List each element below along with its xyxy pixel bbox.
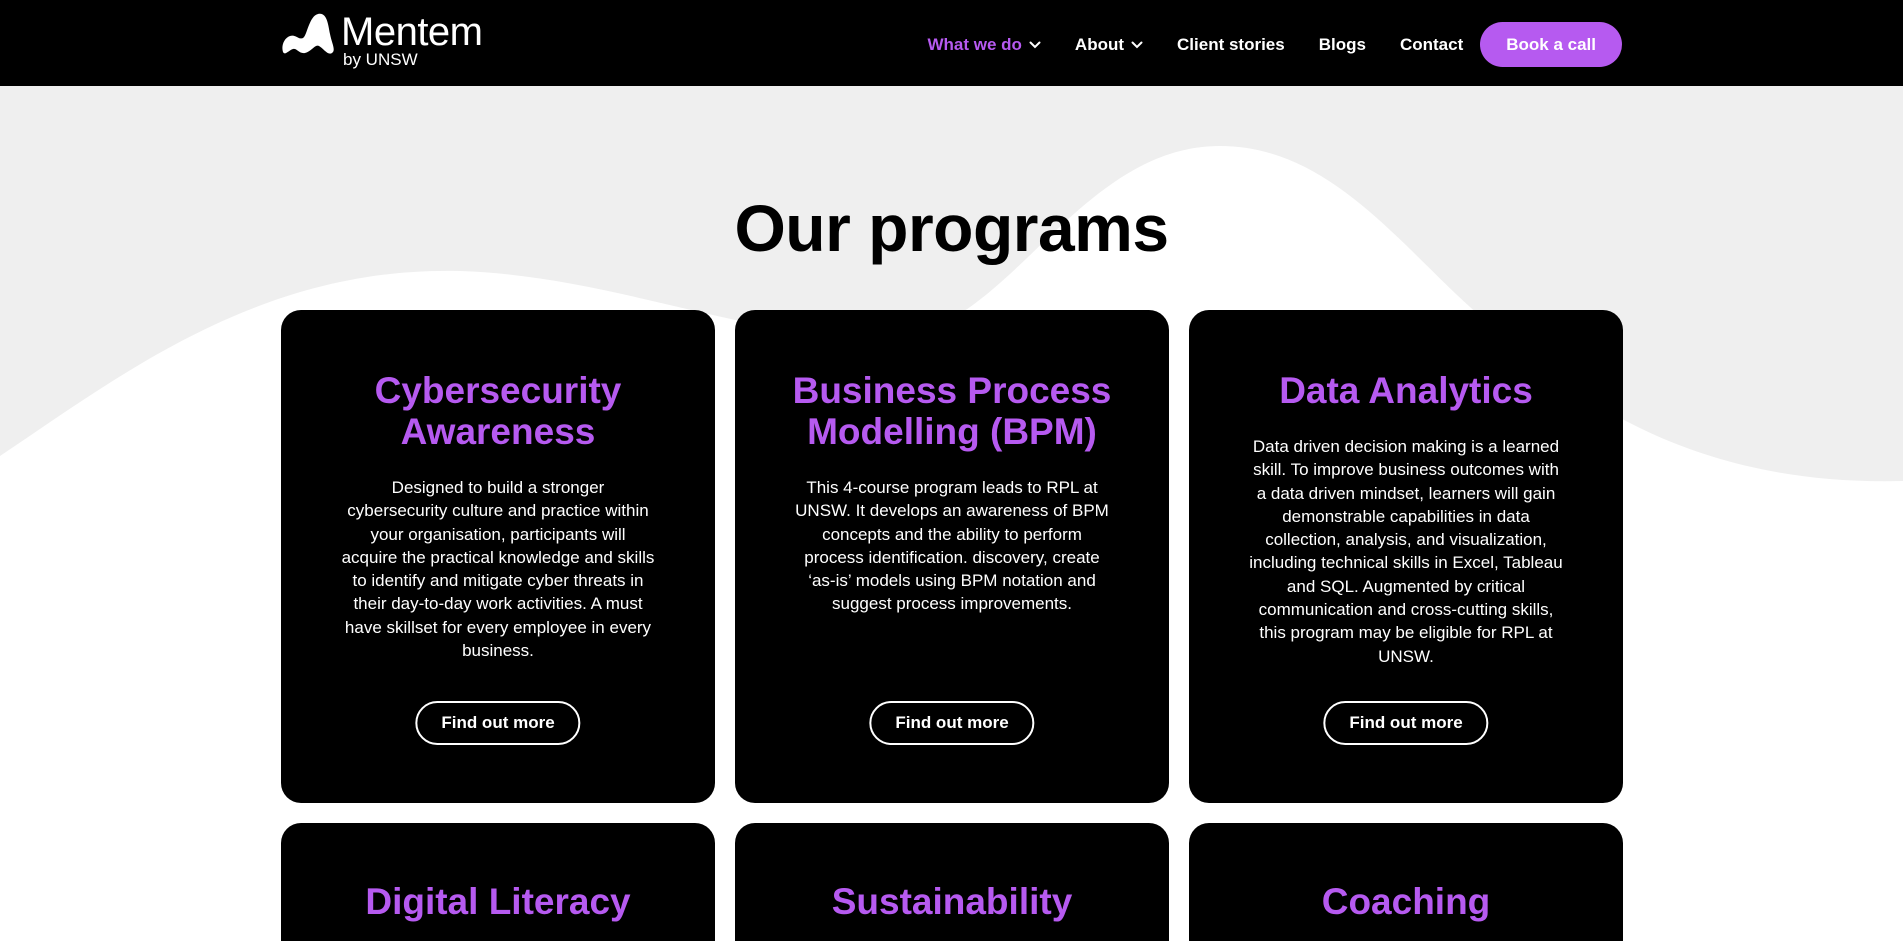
mountain-wave-logo-icon	[282, 13, 334, 54]
nav-item-about[interactable]: About	[1075, 35, 1143, 55]
program-card-bpm: Business Process Modelling (BPM) This 4-…	[735, 310, 1169, 803]
card-title: Coaching	[1189, 881, 1623, 922]
section-title: Our programs	[734, 191, 1169, 265]
card-title-line: Modelling (BPM)	[807, 411, 1097, 452]
program-card-sustainability: Sustainability	[735, 823, 1169, 941]
card-title: Business Process Modelling (BPM)	[735, 370, 1169, 452]
nav-item-label: Contact	[1399, 34, 1464, 54]
card-title: Digital Literacy	[281, 881, 715, 922]
card-title: Data Analytics	[1189, 370, 1623, 411]
nav-item-contact[interactable]: Contact	[1400, 35, 1463, 55]
card-title-line: Data Analytics	[1279, 370, 1533, 411]
site-header: Mentem by UNSW What we do About Client s…	[0, 0, 1903, 86]
card-title: Sustainability	[735, 881, 1169, 922]
nav-item-label: What we do	[927, 34, 1022, 54]
nav-item-label: Blogs	[1318, 34, 1366, 54]
card-title-line: Awareness	[400, 411, 596, 452]
card-title-line: Digital Literacy	[365, 881, 631, 922]
card-description: Designed to build a stronger cybersecuri…	[341, 478, 655, 661]
nav-item-blogs[interactable]: Blogs	[1319, 35, 1366, 55]
brand-name: Mentem	[341, 10, 483, 54]
program-card-coaching: Coaching	[1189, 823, 1623, 941]
program-card-cybersecurity: Cybersecurity Awareness Designed to buil…	[281, 310, 715, 803]
book-a-call-button[interactable]: Book a call	[1480, 22, 1622, 67]
find-out-more-button[interactable]: Find out more	[869, 701, 1035, 745]
chevron-down-icon	[1131, 41, 1143, 48]
card-description: Data driven decision making is a learned…	[1249, 437, 1563, 666]
nav-item-label: Client stories	[1177, 34, 1285, 54]
program-card-digital-literacy: Digital Literacy	[281, 823, 715, 941]
card-description: This 4-course program leads to RPL at UN…	[795, 478, 1109, 614]
nav-item-what-we-do[interactable]: What we do	[927, 34, 1041, 55]
brand-logo[interactable]: Mentem by UNSW	[281, 12, 483, 69]
program-card-data-analytics: Data Analytics Data driven decision maki…	[1189, 310, 1623, 803]
chevron-down-icon	[1029, 41, 1041, 48]
card-title-line: Business Process	[792, 370, 1112, 411]
find-out-more-button[interactable]: Find out more	[1323, 701, 1489, 745]
nav-item-label: About	[1074, 34, 1125, 54]
nav-item-client-stories[interactable]: Client stories	[1177, 35, 1285, 55]
card-title-line: Coaching	[1321, 881, 1491, 922]
card-title: Cybersecurity Awareness	[281, 370, 715, 452]
card-title-line: Cybersecurity	[374, 370, 622, 411]
main-nav: What we do About Client stories Blogs Co…	[893, 22, 1622, 67]
find-out-more-button[interactable]: Find out more	[415, 701, 581, 745]
card-title-line: Sustainability	[831, 881, 1073, 922]
